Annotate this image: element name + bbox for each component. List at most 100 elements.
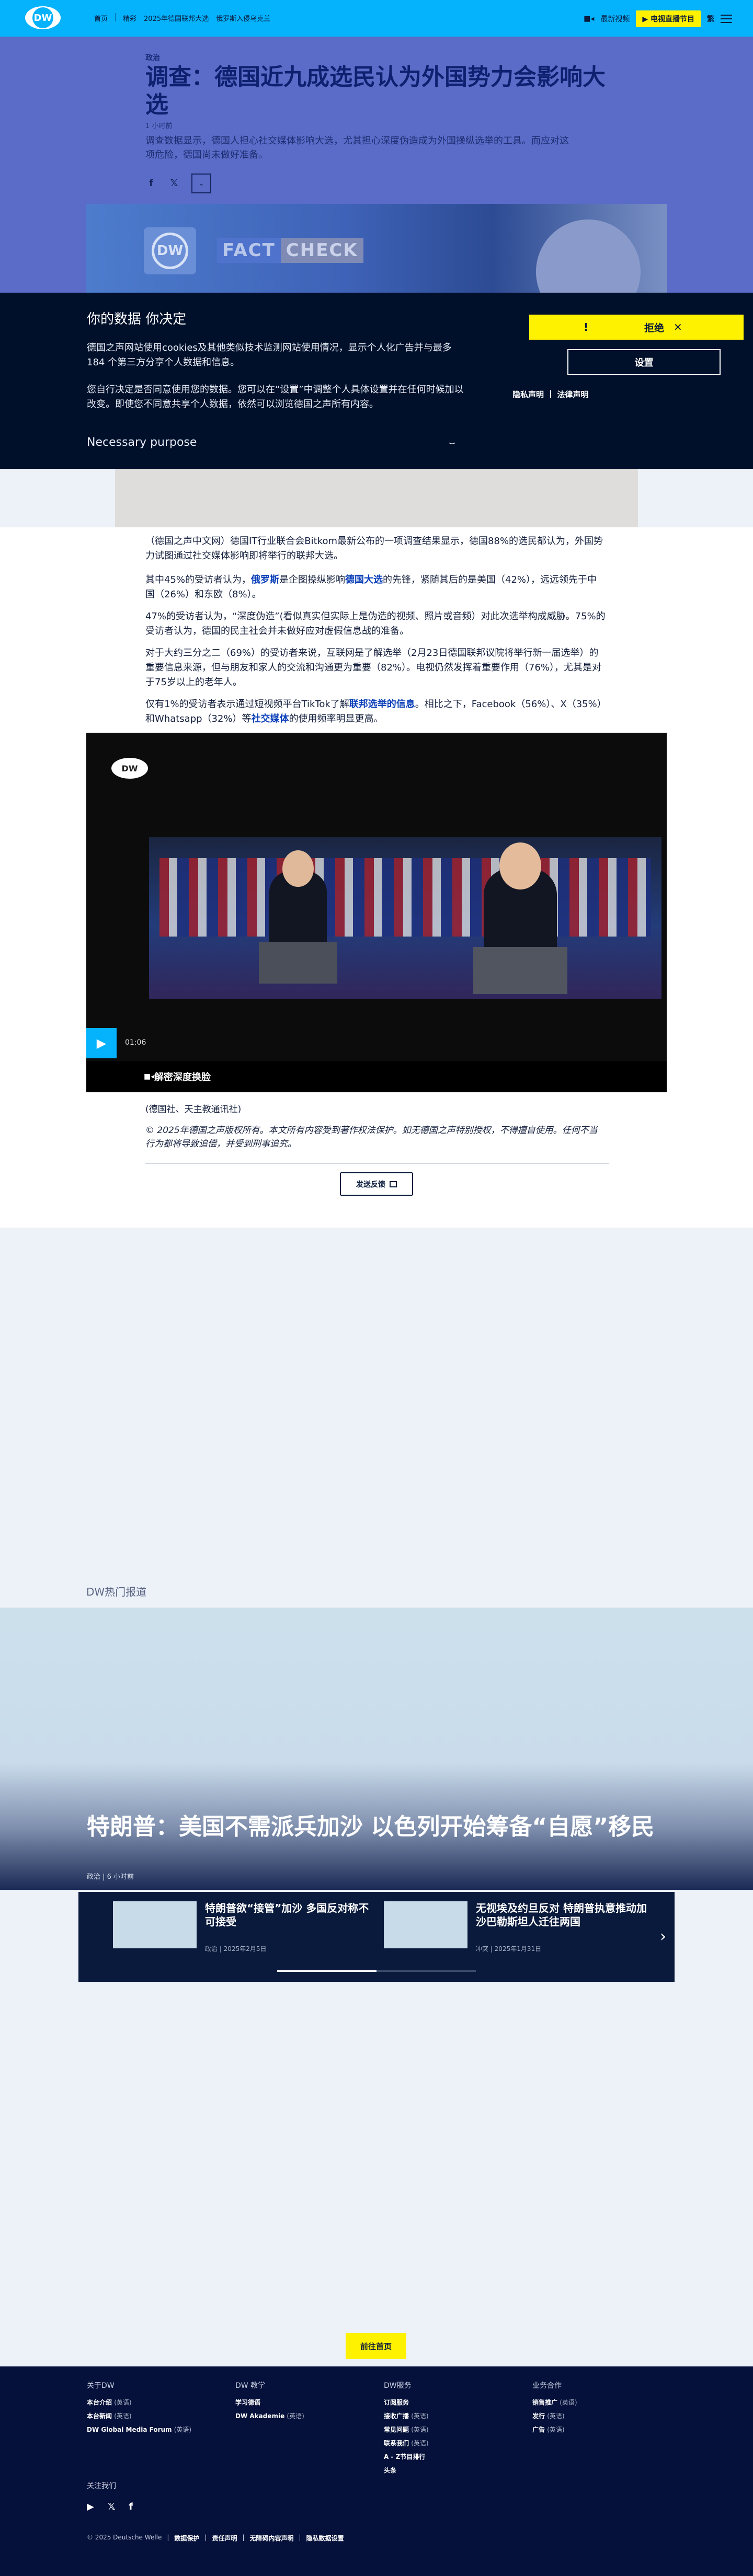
nav-ukraine[interactable]: 俄罗斯入侵乌克兰 xyxy=(216,13,270,23)
play-button[interactable]: ▶ xyxy=(86,1028,117,1058)
copyright-notice: © 2025年德国之声版权所有。本文所有内容受到著作权法保护。如无德国之声特别授… xyxy=(145,1125,598,1150)
legal-link[interactable]: 法律声明 xyxy=(557,389,589,400)
follow-us-title: 关注我们 xyxy=(87,2482,116,2490)
carousel-progress xyxy=(277,1970,476,1972)
popular-meta: 政治 | 6 小时前 xyxy=(87,1873,134,1881)
federal-election-link[interactable]: 联邦选举的信息 xyxy=(349,699,415,710)
footer-col-title: 关于DW xyxy=(87,2382,115,2390)
footer-link[interactable]: 订阅服务 xyxy=(384,2398,520,2407)
go-home-button[interactable]: 前往首页 xyxy=(346,2333,406,2359)
paragraph-5: 仅有1%的受访者表示通过短视频平台TikTok了解联邦选举的信息。相比之下，Fa… xyxy=(145,697,606,726)
disclaimer-link[interactable]: 责任声明 xyxy=(212,2534,237,2543)
dw-logo-text: DW xyxy=(32,7,53,28)
x-icon[interactable]: 𝕏 xyxy=(108,2501,116,2512)
language-switch[interactable]: 繁 xyxy=(707,14,714,24)
footer-col-title: DW服务 xyxy=(384,2382,412,2390)
footer-link[interactable]: 发行 (英语) xyxy=(532,2411,668,2420)
reject-button[interactable]: ! 拒绝 ✕ xyxy=(529,315,744,340)
link-divider: | xyxy=(549,389,552,398)
hero-portrait xyxy=(536,220,641,293)
close-icon: ✕ xyxy=(674,321,682,333)
top-bar: DW 首页 精彩 2025年德国联邦大选 俄罗斯入侵乌克兰 ■◂ 最新视频 ▶ … xyxy=(0,0,753,37)
teaser-title: 特朗普欲“接管”加沙 多国反对称不可接受 xyxy=(205,1902,369,1928)
footer-col-about: 关于DW 本台介绍 (英语) 本台新闻 (英语) DW Global Media… xyxy=(87,2380,223,2439)
p2-text-b: 是企图操纵影响 xyxy=(279,574,346,585)
cookie-title: 你的数据 你决定 xyxy=(87,311,187,327)
election-link[interactable]: 德国大选 xyxy=(345,574,383,585)
teaser-thumbnail xyxy=(113,1901,197,1948)
feedback-label: 发送反馈 xyxy=(356,1180,385,1189)
social-media-link[interactable]: 社交媒体 xyxy=(252,713,289,724)
footer-link[interactable]: 接收广播 (英语) xyxy=(384,2411,520,2420)
send-feedback-button[interactable]: 发送反馈 xyxy=(340,1172,413,1196)
hamburger-menu-icon[interactable] xyxy=(721,15,732,23)
footer-link[interactable]: 本台新闻 (英语) xyxy=(87,2411,223,2420)
flags-background xyxy=(159,858,651,937)
video-camera-icon: ■◂ xyxy=(584,15,595,23)
nav-home[interactable]: 首页 xyxy=(94,13,108,23)
dw-logo[interactable]: DW xyxy=(25,6,61,29)
footer-link[interactable]: DW Global Media Forum (英语) xyxy=(87,2425,223,2434)
share-more-chevron-icon[interactable]: ⌄ xyxy=(191,174,211,193)
top-nav: 首页 精彩 2025年德国联邦大选 俄罗斯入侵乌克兰 xyxy=(94,13,270,23)
social-links: ▶ 𝕏 f xyxy=(87,2501,133,2512)
latest-video-link[interactable]: 最新视频 xyxy=(600,14,630,24)
popular-headline[interactable]: 特朗普：美国不需派兵加沙 以色列开始筹备“自愿”移民 xyxy=(87,1813,667,1841)
copyright-text: © 2025 Deutsche Welle xyxy=(87,2534,162,2541)
privacy-link[interactable]: 隐私声明 xyxy=(512,389,544,400)
article-kicker[interactable]: 政治 xyxy=(145,52,160,63)
p5-text-c: 的使用频率明显更高。 xyxy=(289,713,383,724)
podium-right xyxy=(473,947,567,994)
footer-link[interactable]: 头条 xyxy=(384,2466,520,2475)
p2-text-a: 其中45%的受访者认为， xyxy=(145,574,252,585)
teaser-item[interactable]: 无视埃及约旦反对 特朗普执意推动加沙巴勒斯坦人迁往两国 冲突 | 2025年1月… xyxy=(384,1901,647,1954)
divider xyxy=(145,1163,609,1164)
nav-election[interactable]: 2025年德国联邦大选 xyxy=(144,13,209,23)
nav-divider xyxy=(115,13,116,21)
check-word: CHECK xyxy=(280,238,363,263)
youtube-icon[interactable]: ▶ xyxy=(87,2501,94,2512)
live-tv-button[interactable]: ▶ 电视直播节目 xyxy=(636,10,701,27)
footer-link[interactable]: 广告 (英语) xyxy=(532,2425,668,2434)
paragraph-4: 对于大约三分之二（69%）的受访者来说，互联网是了解选举（2月23日德国联邦议院… xyxy=(145,648,602,688)
footer-link[interactable]: 销售推广 (英语) xyxy=(532,2398,668,2407)
article-credit: (德国社、天主教通讯社) xyxy=(145,1104,242,1115)
popular-section-title: DW热门报道 xyxy=(86,1586,147,1598)
video-dw-logo: DW xyxy=(111,758,148,779)
chevron-down-icon[interactable]: ⌣ xyxy=(449,436,455,448)
footer-link[interactable]: 常见问题 (英语) xyxy=(384,2425,520,2434)
teaser-title: 无视埃及约旦反对 特朗普执意推动加沙巴勒斯坦人迁往两国 xyxy=(476,1902,647,1928)
nav-highlights[interactable]: 精彩 xyxy=(123,13,136,23)
footer-link[interactable]: DW Akademie (英语) xyxy=(235,2411,371,2420)
teaser-thumbnail xyxy=(384,1901,467,1948)
speaker-right-head xyxy=(499,842,541,890)
hero-image: DW FACT CHECK xyxy=(86,204,667,293)
privacy-settings-link[interactable]: 隐私数据设置 xyxy=(306,2534,344,2543)
x-icon[interactable]: 𝕏 xyxy=(168,178,180,189)
teaser-meta: 冲突 | 2025年1月31日 xyxy=(476,1945,542,1953)
settings-button[interactable]: 设置 xyxy=(567,349,721,375)
paragraph-1: （德国之声中文网）德国IT行业联合会Bitkom最新公布的一项调查结果显示，德国… xyxy=(145,536,603,561)
footer-link[interactable]: 联系我们 (英语) xyxy=(384,2439,520,2447)
facebook-icon[interactable]: f xyxy=(145,178,157,189)
video-duration: 01:06 xyxy=(125,1038,146,1047)
video-caption-text: 解密深度换脸 xyxy=(154,1072,211,1083)
accessibility-link[interactable]: 无障碍内容声明 xyxy=(250,2534,294,2543)
russia-link[interactable]: 俄罗斯 xyxy=(251,574,279,585)
popular-teasers: 特朗普欲“接管”加沙 多国反对称不可接受 政治 | 2025年2月5日 无视埃及… xyxy=(78,1892,675,1982)
popular-hero-image[interactable] xyxy=(0,1608,753,1890)
footer-link[interactable]: 学习德语 xyxy=(235,2398,371,2407)
facebook-icon[interactable]: f xyxy=(129,2501,133,2512)
footer-link[interactable]: A - Z节目排行 xyxy=(384,2452,520,2461)
feedback-icon xyxy=(390,1181,397,1187)
video-player[interactable]: DW ▶ 01:06 ■◂ 解密深度换脸 xyxy=(86,733,667,1092)
paragraph-2: 其中45%的受访者认为，俄罗斯是企图操纵影响德国大选的先锋，紧随其后的是美国（4… xyxy=(145,573,606,602)
fact-check-label: FACT CHECK xyxy=(217,238,363,263)
data-protection-link[interactable]: 数据保护 xyxy=(174,2534,199,2543)
reject-label: 拒绝 xyxy=(644,322,665,334)
cookie-consent-banner: 你的数据 你决定 德国之声网站使用cookies及其他类似技术监测网站使用情况，… xyxy=(0,293,753,469)
necessary-purpose-toggle[interactable]: Necessary purpose xyxy=(87,436,197,449)
teaser-item[interactable]: 特朗普欲“接管”加沙 多国反对称不可接受 政治 | 2025年2月5日 xyxy=(113,1901,374,1954)
footer-link[interactable]: 本台介绍 (英语) xyxy=(87,2398,223,2407)
chevron-right-icon[interactable]: › xyxy=(660,1927,666,1946)
